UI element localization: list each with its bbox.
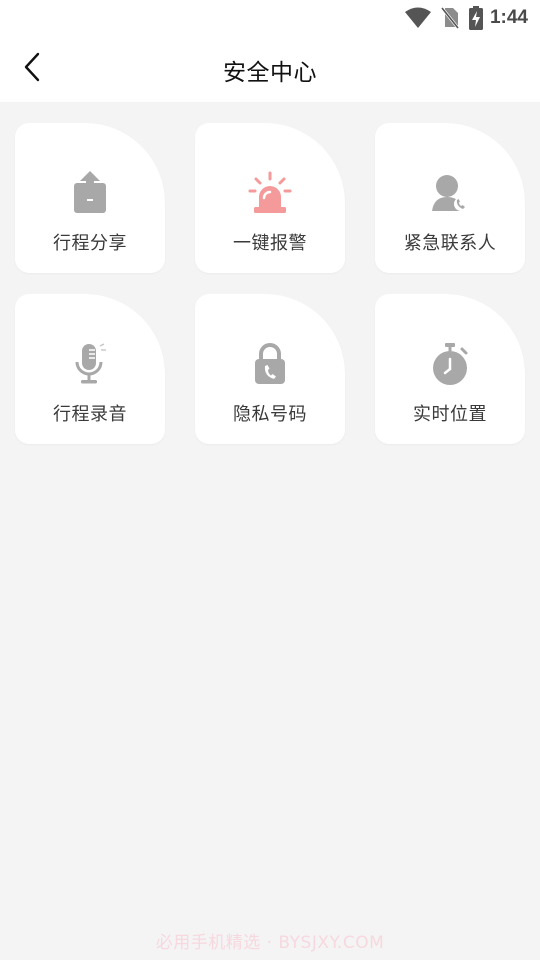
wifi-icon — [404, 7, 432, 29]
card-label: 实时位置 — [413, 404, 487, 425]
battery-charging-icon — [468, 6, 484, 30]
card-real-time-location[interactable]: 实时位置 — [375, 294, 525, 444]
card-trip-recording[interactable]: 行程录音 — [15, 294, 165, 444]
no-sim-icon — [440, 6, 460, 30]
status-bar: 1:44 — [0, 0, 540, 36]
card-label: 隐私号码 — [233, 404, 307, 425]
privacy-phone-lock-icon — [248, 342, 292, 386]
watermark: 必用手机精选 · BYSJXY.COM — [155, 933, 385, 953]
header: 安全中心 — [0, 36, 540, 102]
share-upload-icon — [68, 171, 112, 215]
emergency-contact-icon — [428, 171, 472, 215]
card-one-key-alarm[interactable]: 一键报警 — [195, 123, 345, 273]
card-emergency-contact[interactable]: 紧急联系人 — [375, 123, 525, 273]
card-privacy-number[interactable]: 隐私号码 — [195, 294, 345, 444]
status-icons: 1:44 — [404, 5, 528, 31]
card-label: 行程录音 — [53, 404, 127, 425]
alarm-siren-icon — [248, 171, 292, 215]
card-label: 行程分享 — [53, 233, 127, 254]
microphone-icon — [68, 342, 112, 386]
card-label: 一键报警 — [233, 233, 307, 254]
status-time: 1:44 — [489, 7, 528, 28]
page-title: 安全中心 — [223, 60, 317, 86]
card-trip-share[interactable]: 行程分享 — [15, 123, 165, 273]
card-label: 紧急联系人 — [403, 233, 497, 254]
stopwatch-icon — [428, 342, 472, 386]
